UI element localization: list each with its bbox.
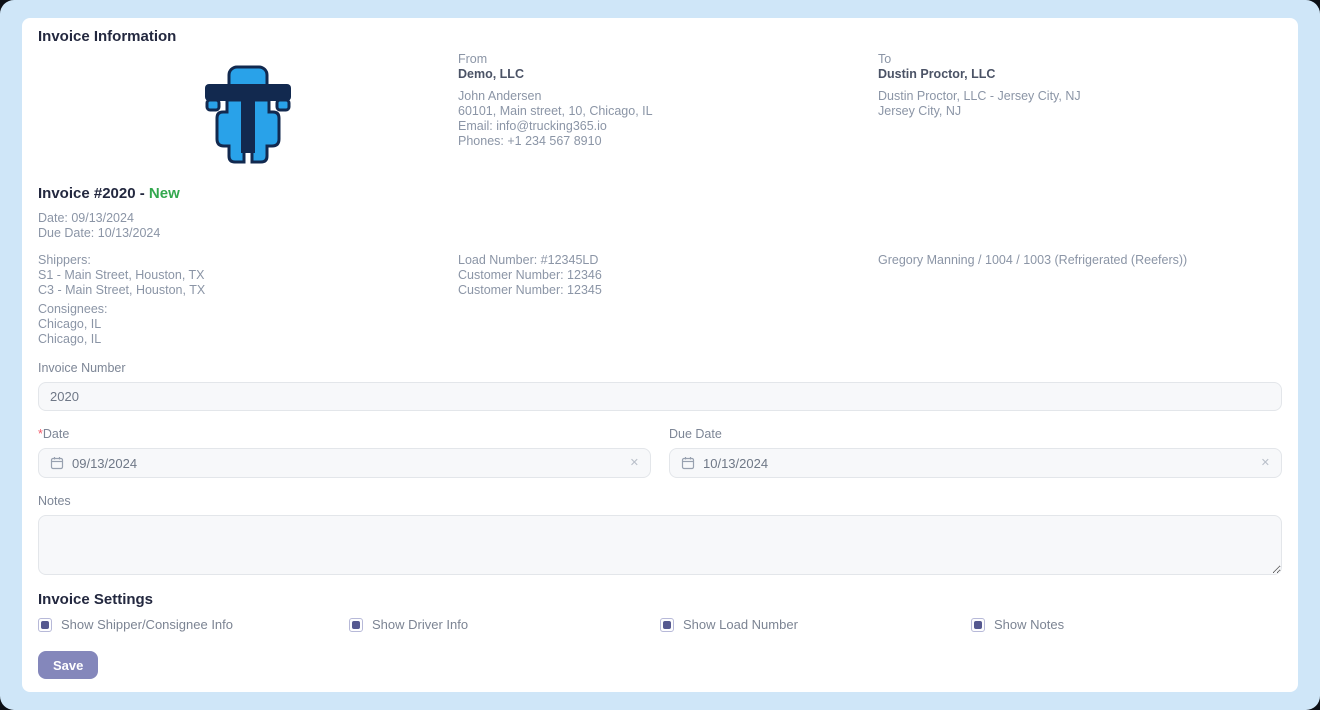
notes-textarea[interactable]: [38, 515, 1282, 575]
show-driver-info-checkbox[interactable]: [349, 618, 363, 632]
checkbox-fill: [974, 621, 982, 629]
to-label: To: [878, 52, 892, 66]
to-company: Dustin Proctor, LLC: [878, 67, 996, 81]
date-value: 09/13/2024: [72, 455, 138, 471]
from-label: From: [458, 52, 488, 66]
date-fields-row: *Date 09/13/2024 ✕ Due Date 10/13/2024 ✕: [38, 411, 1282, 478]
consignees-label: Consignees:: [38, 302, 108, 316]
to-section: To Dustin Proctor, LLC Dustin Proctor, L…: [878, 52, 1282, 170]
page-background: Invoice Information From Demo, LLC John …: [0, 0, 1320, 710]
option-show-driver-info: Show Driver Info: [349, 617, 660, 633]
checkbox-fill: [352, 621, 360, 629]
due-date-field: Due Date 10/13/2024 ✕: [669, 411, 1282, 478]
invoice-dates: Date: 09/13/2024 Due Date: 10/13/2024: [38, 211, 1282, 241]
show-load-number-checkbox[interactable]: [660, 618, 674, 632]
logo-container: [38, 52, 458, 170]
show-shipper-consignee-checkbox[interactable]: [38, 618, 52, 632]
invoice-status-badge: New: [148, 185, 180, 202]
calendar-icon: [681, 457, 695, 470]
option-show-notes: Show Notes: [971, 617, 1282, 633]
clear-due-date-icon[interactable]: ✕: [1261, 457, 1270, 469]
customer-number-line: Customer Number: 12346: [458, 268, 602, 282]
load-info-column: Load Number: #12345LD Customer Number: 1…: [458, 253, 878, 347]
consignee-line: Chicago, IL: [38, 317, 102, 331]
from-section: From Demo, LLC John Andersen 60101, Main…: [458, 52, 878, 170]
shipper-line: S1 - Main Street, Houston, TX: [38, 268, 205, 282]
due-date-label: Due Date: [669, 427, 722, 441]
shipper-line: C3 - Main Street, Houston, TX: [38, 283, 206, 297]
shipment-section: Shippers: S1 - Main Street, Houston, TX …: [38, 253, 1282, 347]
invoice-date-line: Date: 09/13/2024: [38, 211, 134, 225]
from-phone: Phones: +1 234 567 8910: [458, 134, 602, 148]
due-date-value: 10/13/2024: [703, 455, 769, 471]
settings-options-row: Show Shipper/Consignee Info Show Driver …: [38, 617, 1282, 633]
due-date-input[interactable]: 10/13/2024 ✕: [669, 448, 1282, 478]
calendar-icon: [50, 457, 64, 470]
shippers-consignees-column: Shippers: S1 - Main Street, Houston, TX …: [38, 253, 458, 347]
date-label: *Date: [38, 427, 70, 441]
checkbox-fill: [663, 621, 671, 629]
invoice-number-title: Invoice #2020 -: [38, 185, 149, 202]
to-city-line: Jersey City, NJ: [878, 104, 962, 118]
from-contact-name: John Andersen: [458, 89, 542, 103]
customer-number-line: Customer Number: 12345: [458, 283, 602, 297]
driver-info-column: Gregory Manning / 1004 / 1003 (Refrigera…: [878, 253, 1282, 347]
from-address: 60101, Main street, 10, Chicago, IL: [458, 104, 653, 118]
shippers-label: Shippers:: [38, 253, 91, 267]
invoice-settings-title: Invoice Settings: [38, 591, 154, 608]
invoice-card: Invoice Information From Demo, LLC John …: [22, 18, 1298, 692]
invoice-due-date-line: Due Date: 10/13/2024: [38, 226, 161, 240]
consignee-line: Chicago, IL: [38, 332, 102, 346]
invoice-title: Invoice #2020 - New: [38, 184, 1282, 203]
checkbox-fill: [41, 621, 49, 629]
option-show-load-number: Show Load Number: [660, 617, 971, 633]
option-label: Show Notes: [994, 617, 1065, 632]
show-notes-checkbox[interactable]: [971, 618, 985, 632]
load-number-line: Load Number: #12345LD: [458, 253, 599, 267]
from-email: Email: info@trucking365.io: [458, 119, 607, 133]
option-label: Show Driver Info: [372, 617, 469, 632]
driver-info-line: Gregory Manning / 1004 / 1003 (Refrigera…: [878, 253, 1188, 267]
option-label: Show Load Number: [683, 617, 798, 632]
from-company: Demo, LLC: [458, 67, 524, 81]
trucking365-logo: [205, 65, 291, 164]
notes-label: Notes: [38, 494, 71, 508]
date-field: *Date 09/13/2024 ✕: [38, 411, 651, 478]
date-input[interactable]: 09/13/2024 ✕: [38, 448, 651, 478]
invoice-number-label: Invoice Number: [38, 361, 126, 375]
card-title: Invoice Information: [38, 28, 177, 45]
option-label: Show Shipper/Consignee Info: [61, 617, 234, 632]
to-address-line: Dustin Proctor, LLC - Jersey City, NJ: [878, 89, 1081, 103]
header-section: From Demo, LLC John Andersen 60101, Main…: [38, 52, 1282, 170]
save-button[interactable]: Save: [38, 651, 99, 679]
invoice-number-input[interactable]: [38, 382, 1282, 411]
option-show-shipper-consignee: Show Shipper/Consignee Info: [38, 617, 349, 633]
clear-date-icon[interactable]: ✕: [630, 457, 639, 469]
